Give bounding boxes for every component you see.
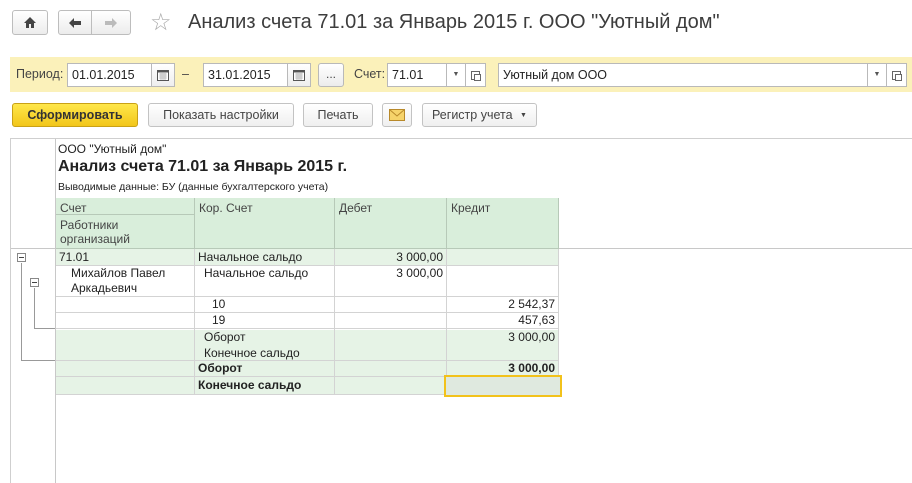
report-gutter-line xyxy=(55,139,56,483)
cell-corr-account[interactable]: Начальное сальдо xyxy=(195,250,305,265)
cell-employee[interactable]: Михайлов Павел xyxy=(68,266,168,281)
cell-corr-account[interactable]: 19 xyxy=(209,313,228,328)
date-from-input[interactable]: 01.01.2015 xyxy=(67,63,152,87)
period-label: Период: xyxy=(16,67,64,81)
open-form-icon xyxy=(892,70,902,81)
cell-account[interactable]: 71.01 xyxy=(56,250,92,265)
cell-corr-account[interactable]: Начальное сальдо xyxy=(201,266,311,281)
collapse-account-toggle[interactable] xyxy=(17,253,26,262)
cell-credit[interactable]: 2 542,37 xyxy=(447,297,558,312)
open-form-icon xyxy=(471,70,481,81)
tree-branch-line xyxy=(34,328,55,329)
cell-debit[interactable]: 3 000,00 xyxy=(335,250,446,265)
arrow-left-icon xyxy=(69,17,81,28)
cell-employee-line2: Аркадьевич xyxy=(71,281,138,295)
table-row xyxy=(56,249,559,265)
cell-total-turnover-label[interactable]: Оборот xyxy=(195,361,245,376)
tree-branch-line xyxy=(34,288,35,328)
favorite-star-icon[interactable]: ☆ xyxy=(150,10,172,36)
cell-credit[interactable]: 457,63 xyxy=(447,313,558,328)
back-button[interactable] xyxy=(58,10,92,35)
home-button[interactable] xyxy=(12,10,48,35)
col-header-credit: Кредит xyxy=(447,198,559,249)
arrow-right-icon xyxy=(105,17,117,28)
title-bar: ☆ Анализ счета 71.01 за Январь 2015 г. О… xyxy=(0,0,912,48)
account-dropdown-button[interactable]: ▼ xyxy=(447,63,466,87)
register-button[interactable]: Регистр учета ▼ xyxy=(422,103,537,127)
envelope-icon xyxy=(389,109,405,121)
col-header-debit: Дебет xyxy=(335,198,447,249)
report-data-line: Выводимые данные: БУ (данные бухгалтерск… xyxy=(58,181,329,193)
generate-button[interactable]: Сформировать xyxy=(12,103,138,127)
organization-dropdown-button[interactable]: ▼ xyxy=(868,63,887,87)
cell-total-credit[interactable]: 3 000,00 xyxy=(447,361,558,376)
organization-input[interactable]: Уютный дом ООО xyxy=(498,63,868,87)
cell-corr-account[interactable]: 10 xyxy=(209,297,228,312)
home-icon xyxy=(24,17,36,28)
cell-closing-balance-label[interactable]: Конечное сальдо xyxy=(201,346,303,361)
period-dash: – xyxy=(182,67,189,81)
tree-branch-line xyxy=(21,263,22,360)
dropdown-arrow-icon: ▼ xyxy=(452,71,460,78)
calendar-icon xyxy=(293,69,305,81)
selected-cell[interactable] xyxy=(444,375,562,397)
cell-credit[interactable]: 3 000,00 xyxy=(447,330,558,345)
row-separator xyxy=(56,328,559,329)
date-from-calendar-button[interactable] xyxy=(152,63,175,87)
report-title: Анализ счета 71.01 за Январь 2015 г. xyxy=(58,158,348,175)
collapse-employee-toggle[interactable] xyxy=(30,278,39,287)
page-title: Анализ счета 71.01 за Январь 2015 г. ООО… xyxy=(188,11,720,33)
dropdown-arrow-icon: ▼ xyxy=(520,111,527,119)
email-button[interactable] xyxy=(382,103,412,127)
report-organization: ООО "Уютный дом" xyxy=(58,142,167,156)
register-button-label: Регистр учета xyxy=(432,108,513,122)
organization-open-button[interactable] xyxy=(887,63,907,87)
account-input[interactable]: 71.01 xyxy=(387,63,447,87)
dropdown-arrow-icon: ▼ xyxy=(873,71,881,78)
forward-button[interactable] xyxy=(91,10,131,35)
calendar-icon xyxy=(157,69,169,81)
col-header-corr-account: Кор. Счет xyxy=(195,198,335,249)
filter-bar: Период: 01.01.2015 – 31.01.2015 ... Счет… xyxy=(10,57,912,92)
print-button[interactable]: Печать xyxy=(303,103,373,127)
date-to-input[interactable]: 31.01.2015 xyxy=(203,63,288,87)
cell-debit[interactable]: 3 000,00 xyxy=(335,266,446,281)
account-label: Счет: xyxy=(354,67,386,81)
account-open-button[interactable] xyxy=(466,63,486,87)
tree-branch-line xyxy=(21,360,55,361)
col-header-account: Счет xyxy=(56,198,195,215)
period-select-button[interactable]: ... xyxy=(318,63,344,87)
report-area: ООО "Уютный дом" Анализ счета 71.01 за Я… xyxy=(10,138,912,483)
col-separator xyxy=(558,249,559,394)
col-header-subconto: Работники организаций xyxy=(56,215,195,249)
cell-turnover-label[interactable]: Оборот xyxy=(201,330,248,345)
show-settings-button[interactable]: Показать настройки xyxy=(148,103,294,127)
table-row xyxy=(56,346,559,360)
date-to-calendar-button[interactable] xyxy=(288,63,311,87)
cell-total-closing-balance-label[interactable]: Конечное сальдо xyxy=(195,378,304,393)
